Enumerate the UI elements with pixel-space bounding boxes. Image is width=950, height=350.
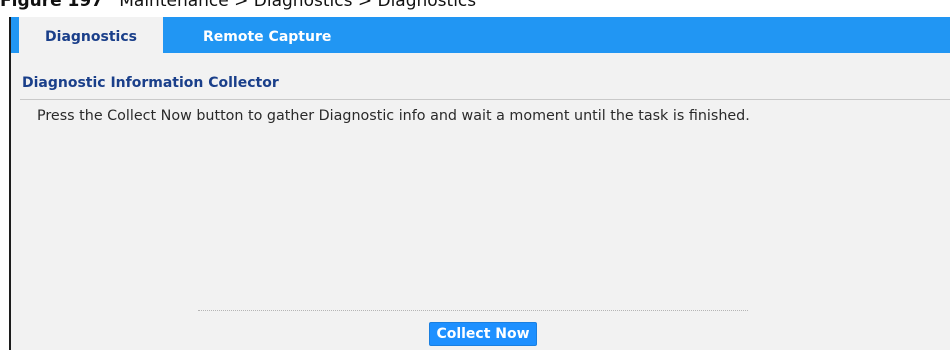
figure-number: Figure 197 [0,0,104,11]
tab-diagnostics[interactable]: Diagnostics [19,17,163,55]
tab-remote-capture-label: Remote Capture [203,29,332,45]
page: Figure 197 Maintenance > Diagnostics > D… [0,0,950,350]
figure-caption-text: Maintenance > Diagnostics > Diagnostics [119,0,477,11]
tab-diagnostics-label: Diagnostics [45,29,137,45]
diagnostics-panel: Diagnostics Remote Capture Diagnostic In… [9,17,950,350]
section-divider [20,99,950,100]
section-title: Diagnostic Information Collector [22,75,279,91]
figure-caption: Figure 197 Maintenance > Diagnostics > D… [0,0,476,11]
footer-divider [198,310,748,311]
tab-remote-capture[interactable]: Remote Capture [203,17,331,53]
instruction-text: Press the Collect Now button to gather D… [37,108,750,124]
collect-now-button[interactable]: Collect Now [429,322,537,346]
tab-bar: Diagnostics Remote Capture [11,17,950,55]
